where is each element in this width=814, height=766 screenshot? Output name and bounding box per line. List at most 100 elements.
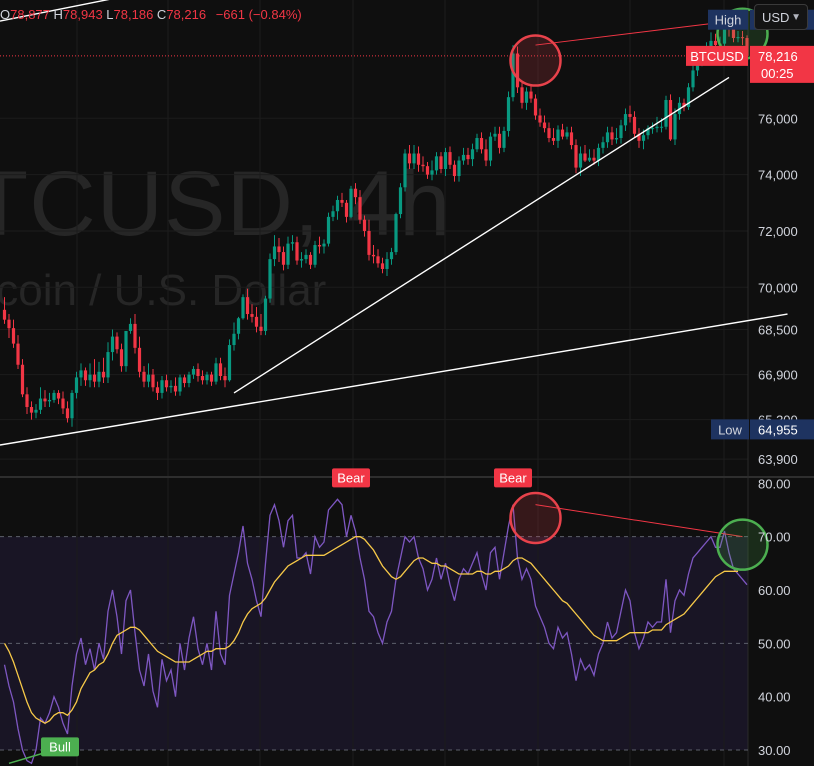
candle (128, 323, 133, 331)
candle (308, 254, 313, 265)
price-tick-label: 66,900 (758, 368, 798, 383)
candle (556, 129, 560, 141)
price-tick-label: 68,500 (758, 323, 798, 338)
candle (592, 157, 596, 161)
candle (691, 70, 695, 88)
price-chart[interactable]: Bear Bear Bull 76,000 74,000 72,000 70,000 68,5… (0, 0, 814, 766)
candle (659, 126, 664, 128)
candle (335, 199, 340, 212)
candle (443, 152, 448, 169)
candle (254, 316, 259, 327)
candle (25, 394, 29, 407)
ohlc-legend: O78,877 H78,943 L78,186 C78,216 −661 (−0… (0, 7, 302, 22)
candle (74, 377, 79, 393)
candle (83, 370, 88, 381)
candle (214, 363, 218, 382)
candle (146, 374, 151, 382)
candle (452, 164, 457, 177)
candle (250, 314, 254, 317)
candle (605, 132, 610, 143)
candle (407, 153, 412, 164)
low-label: Low (718, 422, 742, 437)
candle (272, 246, 277, 260)
candle (124, 330, 128, 367)
candle (259, 326, 263, 331)
candle (178, 377, 182, 392)
candle (236, 318, 241, 334)
candle (551, 138, 556, 141)
low-value: 78,186 (113, 7, 154, 22)
candle (196, 368, 200, 377)
candle (560, 129, 565, 137)
candle (137, 347, 142, 372)
candle (29, 406, 34, 413)
candle (565, 132, 569, 137)
currency-label: USD (762, 9, 790, 25)
candle (416, 153, 421, 165)
candle (142, 371, 146, 382)
candle (20, 364, 25, 395)
candle (106, 352, 110, 378)
price-tick-label: 72,000 (758, 224, 798, 239)
candle (223, 376, 227, 381)
candle (578, 153, 583, 168)
price-tick-label: 63,900 (758, 452, 798, 467)
bull-signal-label: Bull (49, 739, 71, 754)
candle (412, 153, 416, 164)
candle (16, 343, 20, 365)
candle (389, 252, 394, 260)
candle (173, 385, 178, 392)
candle (371, 254, 376, 257)
candle (286, 243, 290, 265)
open-label: O (0, 7, 11, 22)
price-tick-label: 74,000 (758, 168, 798, 183)
candle (475, 138, 479, 150)
candle (304, 254, 308, 260)
candle (92, 374, 97, 382)
candle (614, 138, 619, 140)
candle (227, 345, 232, 381)
candle (547, 128, 551, 139)
candle (187, 374, 191, 384)
candle (317, 245, 322, 247)
rsi-tick-label: 50.00 (758, 636, 791, 651)
price-tick-label: 76,000 (758, 111, 798, 126)
candle (38, 398, 43, 410)
low-label: L (106, 7, 114, 22)
candle (155, 387, 160, 393)
candle (421, 164, 425, 167)
candle (47, 399, 52, 402)
candle (583, 153, 587, 161)
candle (353, 188, 358, 198)
currency-selector[interactable]: USD ▼ (754, 4, 808, 30)
candle (610, 132, 614, 140)
candle (394, 214, 398, 253)
candle (164, 380, 169, 388)
high-label: H (53, 7, 63, 22)
candle (340, 199, 344, 203)
bar-countdown: 00:25 (761, 66, 794, 81)
rising-support-trendline (233, 76, 730, 394)
candle (533, 98, 538, 116)
candle (601, 142, 605, 148)
rsi-tick-label: 40.00 (758, 690, 791, 705)
candle (290, 242, 295, 244)
candle (542, 122, 547, 129)
price-tick-label: 70,000 (758, 280, 798, 295)
candle (376, 256, 380, 264)
candle (439, 156, 443, 169)
rsi-tick-label: 80.00 (758, 476, 791, 491)
candle (488, 136, 493, 161)
rsi-divergence-line (535, 504, 743, 538)
candle (281, 252, 286, 265)
low-value: 64,955 (758, 422, 798, 437)
candle (403, 153, 407, 188)
high-value: 78,943 (62, 7, 103, 22)
candle (295, 242, 299, 261)
candle (205, 374, 209, 381)
candle (7, 319, 11, 329)
candle (151, 374, 155, 388)
candle (466, 154, 470, 160)
candle (470, 149, 475, 160)
candle (425, 166, 430, 175)
